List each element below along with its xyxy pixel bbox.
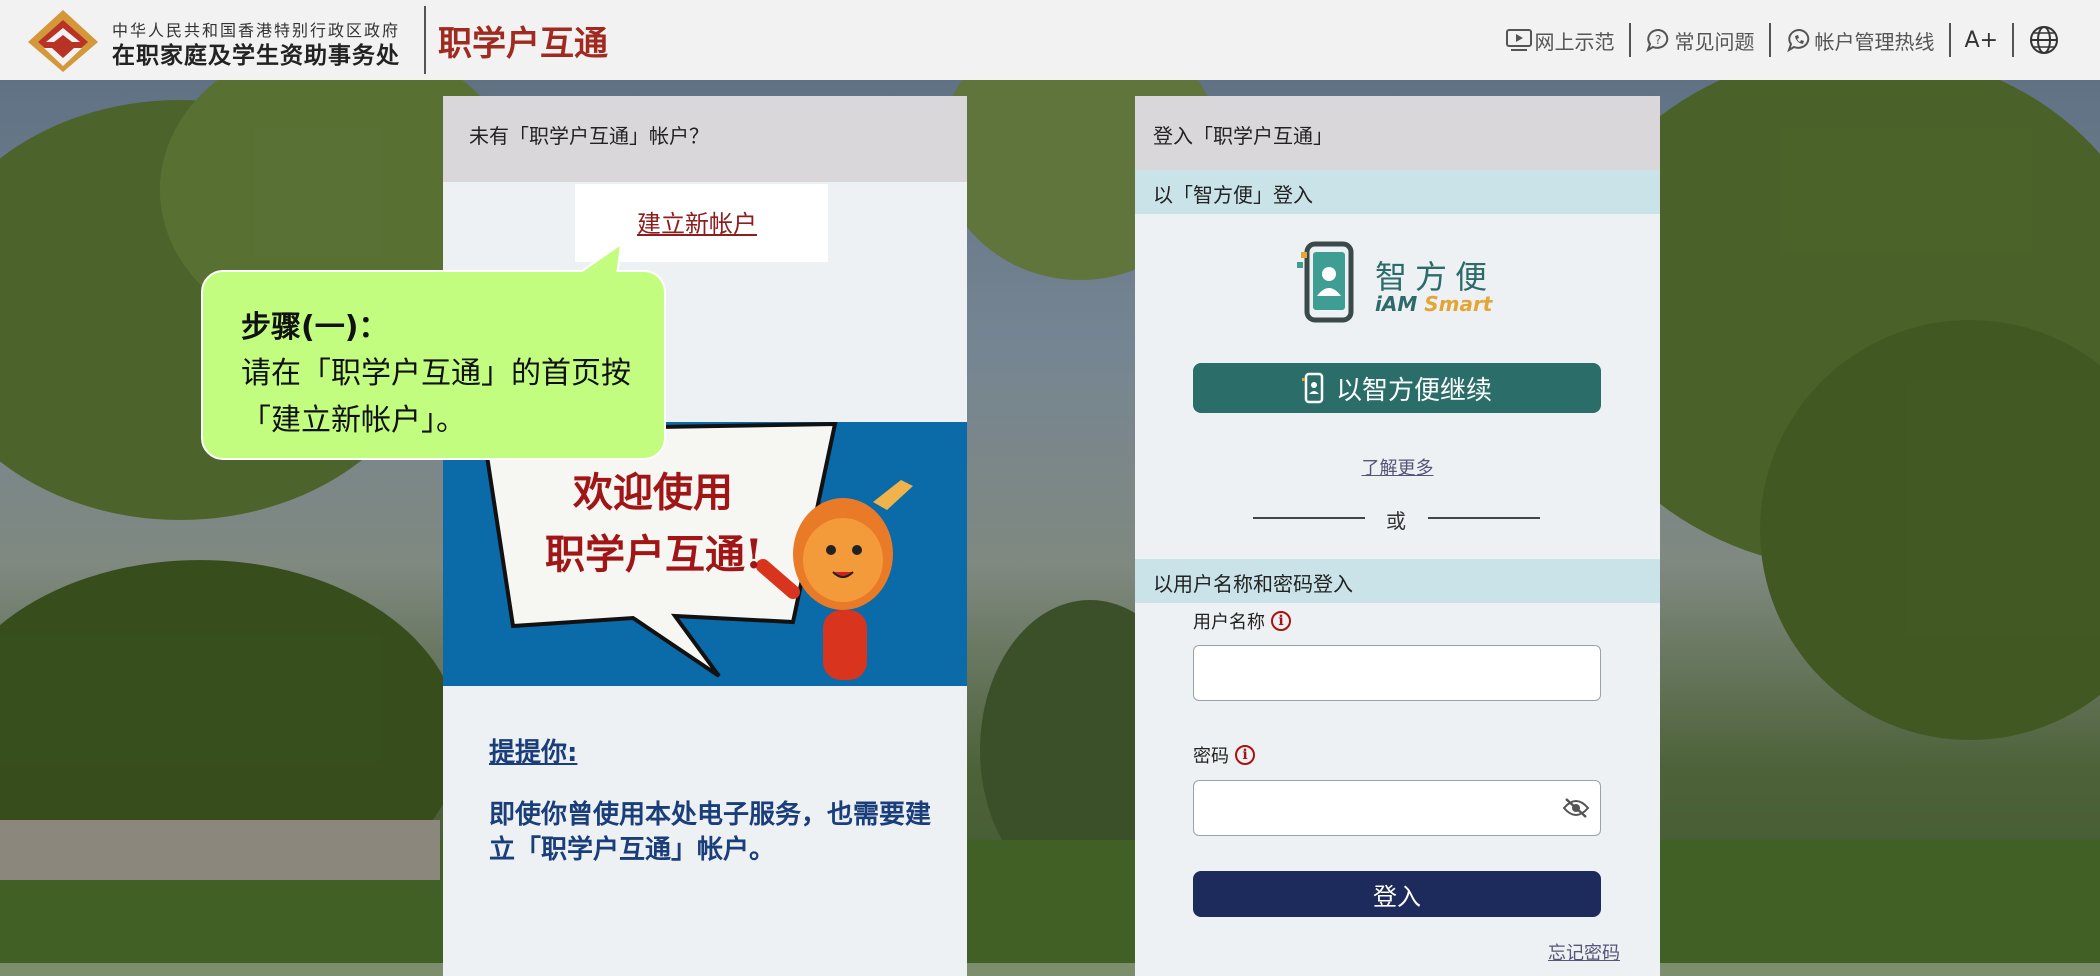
login-button[interactable]: 登入 <box>1193 871 1601 917</box>
iam-smart-continue-label: 以智方便继续 <box>1335 375 1492 406</box>
banner-title-line1: 欢迎使用 <box>573 469 733 516</box>
app-title[interactable]: 职学户互通 <box>438 16 608 65</box>
eye-slash-icon[interactable] <box>1562 796 1590 820</box>
or-divider-left <box>1253 517 1365 519</box>
username-label-text: 用户名称 <box>1193 612 1265 633</box>
register-card-heading: 未有「职学户互通」帐户？ <box>443 96 967 182</box>
nav-online-demo-label: 网上示范 <box>1534 29 1615 54</box>
iam-smart-logo-english: iAM Smart <box>1375 292 1492 316</box>
callout-step-title: 步骤(一)： <box>241 310 389 345</box>
font-size-toggle[interactable]: A+ <box>1951 28 2012 53</box>
iam-smart-logo-english-a: iAM <box>1375 292 1425 316</box>
or-divider-right <box>1428 517 1540 519</box>
create-account-link[interactable]: 建立新帐户 <box>637 204 757 239</box>
password-info-icon[interactable]: i <box>1235 745 1255 765</box>
question-bubble-icon: ? <box>1645 28 1668 53</box>
reminder-title: 提提你: <box>489 738 578 768</box>
username-info-icon[interactable]: i <box>1271 611 1291 631</box>
video-play-icon <box>1505 29 1532 51</box>
username-input[interactable] <box>1193 645 1601 701</box>
department-name: 在职家庭及学生资助事务处 <box>112 43 400 69</box>
tutorial-callout: 步骤(一)： 请在「职学户互通」的首页按「建立新帐户」。 <box>201 270 666 460</box>
iam-smart-section-header: 以「智方便」登入 <box>1135 170 1660 214</box>
password-input[interactable] <box>1193 780 1601 836</box>
header-divider <box>424 6 426 74</box>
nav-hotline-label: 帐户管理热线 <box>1814 29 1935 54</box>
banner-title-line2: 职学户互通! <box>545 531 763 578</box>
forgot-password-link[interactable]: 忘记密码 <box>1548 939 1620 965</box>
iam-smart-logo-english-b: Smart <box>1424 292 1493 316</box>
nav-online-demo[interactable]: 网上示范 <box>1491 26 1629 55</box>
or-divider-text: 或 <box>1386 509 1406 533</box>
iam-smart-continue-button[interactable]: 以智方便继续 <box>1193 363 1601 413</box>
svg-text:?: ? <box>1655 33 1661 47</box>
phone-bubble-icon <box>1786 28 1809 53</box>
welcome-banner: 欢迎使用 职学户互通! <box>443 422 967 686</box>
password-label: 密码 i <box>1193 742 1255 768</box>
login-card: 登入「职学户互通」 以「智方便」登入 智方便 iAM Smart 以智方便继续 … <box>1135 96 1660 976</box>
phone-iam-icon <box>1301 372 1324 404</box>
nav-faq[interactable]: ? 常见问题 <box>1631 26 1769 55</box>
site-header: 中华人民共和国香港特别行政区政府 在职家庭及学生资助事务处 职学户互通 网上示范… <box>0 0 2100 80</box>
password-login-section-header: 以用户名称和密码登入 <box>1135 559 1660 603</box>
language-switch[interactable] <box>2014 24 2076 56</box>
reminder-text: 即使你曾使用本处电子服务，也需要建立「职学户互通」帐户。 <box>489 800 932 865</box>
globe-icon <box>2030 26 2058 54</box>
page-dim-overlay <box>0 0 2100 963</box>
nav-hotline[interactable]: 帐户管理热线 <box>1771 26 1949 55</box>
callout-pointer <box>573 244 623 276</box>
wfsfaa-logo-icon[interactable] <box>26 8 100 72</box>
learn-more-link[interactable]: 了解更多 <box>1135 454 1660 480</box>
password-label-text: 密码 <box>1193 746 1229 767</box>
nav-faq-label: 常见问题 <box>1674 29 1755 54</box>
username-label: 用户名称 i <box>1193 608 1291 634</box>
callout-step-text: 请在「职学户互通」的首页按「建立新帐户」。 <box>241 356 631 438</box>
header-nav: 网上示范 ? 常见问题 帐户管理热线 A+ <box>1491 20 2076 60</box>
register-card: 未有「职学户互通」帐户？ 建立新帐户 欢迎使用 职学户互通! 提提你: 即使你曾… <box>443 96 967 976</box>
